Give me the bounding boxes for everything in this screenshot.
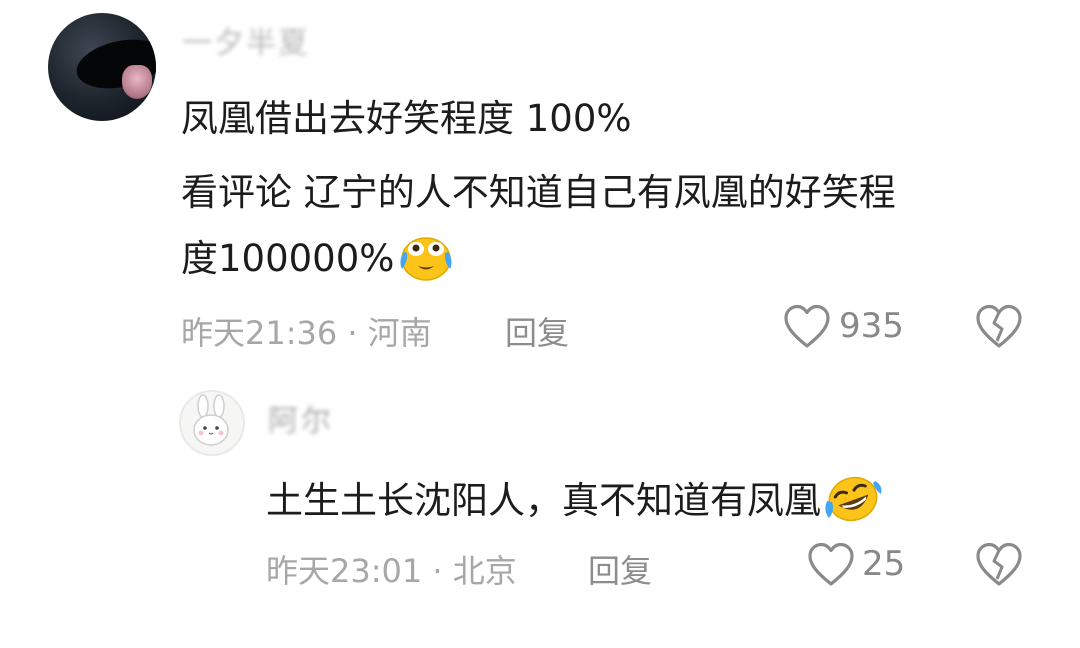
broken-heart-icon <box>976 304 1022 348</box>
comment-text-line-1: 凤凰借出去好笑程度 100% <box>181 97 632 140</box>
reply-text-content: 土生土长沈阳人，真不知道有凤凰 <box>266 479 821 522</box>
commenter-username[interactable]: 一夕半夏 <box>182 18 310 62</box>
crying-laughing-face-icon <box>396 229 456 292</box>
replier-username[interactable]: 阿尔 <box>268 396 334 440</box>
comment-text-line-3-text: 度100000% <box>181 237 395 280</box>
reply-dislike-button[interactable] <box>974 541 1024 591</box>
comment-like-button[interactable] <box>782 303 832 353</box>
comment-text-line-2: 看评论 辽宁的人不知道自己有凤凰的好笑程 <box>181 171 896 214</box>
commenter-avatar[interactable] <box>48 13 156 121</box>
comment-time-location: 昨天21:36 · 河南 <box>181 314 432 352</box>
reply-like-button[interactable] <box>806 541 856 591</box>
reply-like-count: 25 <box>862 544 906 584</box>
comment-dislike-button[interactable] <box>974 303 1024 353</box>
reply-reply-button[interactable]: 回复 <box>588 546 652 592</box>
rolling-laughing-face-icon <box>823 471 883 534</box>
broken-heart-icon <box>976 542 1022 586</box>
heart-icon <box>808 542 854 586</box>
bunny-avatar-icon <box>193 394 229 446</box>
reply-time-location: 昨天23:01 · 北京 <box>266 552 517 590</box>
comment-like-count: 935 <box>839 306 904 346</box>
comment-reply-button[interactable]: 回复 <box>505 308 569 354</box>
replier-avatar[interactable] <box>179 390 245 456</box>
comment-text-line-3: 度100000% <box>181 228 456 292</box>
reply-text: 土生土长沈阳人，真不知道有凤凰 <box>266 470 883 534</box>
heart-icon <box>784 304 830 348</box>
